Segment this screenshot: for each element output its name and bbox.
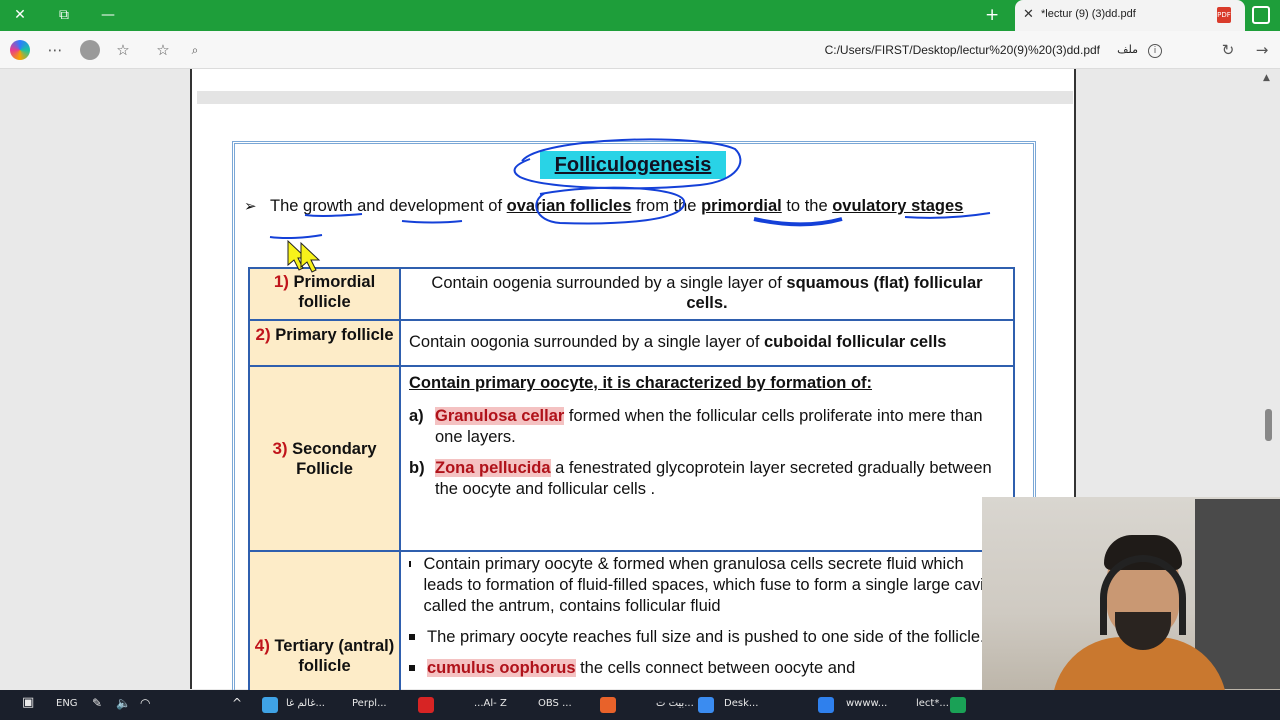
info-icon[interactable]: i xyxy=(1148,44,1162,58)
pen-icon[interactable]: ✎ xyxy=(92,696,102,710)
taskbar-item[interactable]: lect*... xyxy=(916,698,949,709)
tab-close-icon[interactable]: ✕ xyxy=(1023,7,1034,22)
stage-description: Contain primary oocyte & formed when gra… xyxy=(399,550,1015,702)
chevron-up-icon[interactable]: ^ xyxy=(232,696,242,710)
new-tab-button[interactable]: + xyxy=(985,5,999,25)
list-item: Contain primary oocyte & formed when gra… xyxy=(409,554,1005,617)
taskbar-settings-icon[interactable]: ▣ xyxy=(22,695,34,710)
taskbar-item[interactable]: ...Al- Z xyxy=(474,698,507,709)
taskbar-item[interactable]: Perpl... xyxy=(352,698,387,709)
more-icon[interactable]: ⋯ xyxy=(45,40,65,60)
app-icon[interactable] xyxy=(418,697,434,713)
stages-table: 1) Primordial follicle Contain oogenia s… xyxy=(248,267,1015,702)
taskbar-item[interactable]: غالم غا... xyxy=(286,698,325,709)
taskbar-item[interactable]: Desk... xyxy=(724,698,758,709)
url-text[interactable]: C:/Users/FIRST/Desktop/lectur%20(9)%20(3… xyxy=(825,43,1100,57)
edge-icon[interactable] xyxy=(950,697,966,713)
weather-icon[interactable] xyxy=(262,697,278,713)
browser-icon[interactable] xyxy=(698,697,714,713)
list-item: a) Granulosa cellar formed when the foll… xyxy=(409,407,983,446)
taskbar: ▣ ENG ✎ 🔈 ◠ ^ غالم غا... Perpl... ...Al-… xyxy=(0,690,1280,720)
forward-icon[interactable]: → xyxy=(1252,40,1272,60)
refresh-icon[interactable]: ↻ xyxy=(1218,40,1238,60)
stage-description: Contain oogenia surrounded by a single l… xyxy=(399,267,1015,321)
stage-label: 1) Primordial follicle xyxy=(248,267,401,321)
stage-description: Contain primary oocyte, it is characteri… xyxy=(399,365,1015,552)
file-label: ملف xyxy=(1117,43,1138,56)
webcam-overlay xyxy=(982,497,1280,690)
url-field[interactable]: C:/Users/FIRST/Desktop/lectur%20(9)%20(3… xyxy=(150,36,1210,64)
page-separator xyxy=(197,91,1073,104)
app-icon[interactable] xyxy=(600,697,616,713)
minimize-icon[interactable]: — xyxy=(88,0,128,31)
taskbar-item[interactable]: wwww... xyxy=(846,698,887,709)
page-title: Folliculogenesis xyxy=(540,151,726,179)
avatar[interactable] xyxy=(80,40,100,60)
stage-label: 3) Secondary Follicle xyxy=(248,365,401,552)
taskbar-item[interactable]: OBS ... xyxy=(538,698,572,709)
stage-lead: Contain primary oocyte, it is characteri… xyxy=(409,374,873,392)
tab-title: *lectur (9) (3)dd.pdf xyxy=(1041,8,1136,20)
copilot-icon[interactable] xyxy=(10,40,30,60)
stage-description: Contain oogonia surrounded by a single l… xyxy=(399,319,1015,367)
address-bar: ⋯ ☆ ☆ ⌕ C:/Users/FIRST/Desktop/lectur%20… xyxy=(0,31,1280,69)
screen: { "window": { "tab_title": "*lectur (9) … xyxy=(0,0,1280,720)
table-row: 1) Primordial follicle Contain oogenia s… xyxy=(248,267,1015,321)
list-item: cumulus oophorus the cells connect betwe… xyxy=(409,658,1005,679)
taskbar-item[interactable]: بيت ت... xyxy=(656,698,694,709)
volume-icon[interactable]: 🔈 xyxy=(116,696,131,710)
close-window-icon[interactable]: ✕ xyxy=(0,0,40,31)
pdf-icon: PDF xyxy=(1217,7,1231,23)
tab-pdf[interactable]: ✕ *lectur (9) (3)dd.pdf PDF xyxy=(1015,0,1245,31)
stage-label: 2) Primary follicle xyxy=(248,319,401,367)
language-indicator[interactable]: ENG xyxy=(56,698,78,709)
scrollbar-thumb[interactable] xyxy=(1265,409,1272,441)
app-icon[interactable] xyxy=(818,697,834,713)
window-icon[interactable] xyxy=(1252,6,1270,24)
list-item: b) Zona pellucida a fenestrated glycopro… xyxy=(409,459,992,498)
table-row: 4) Tertiary (antral) follicle Contain pr… xyxy=(248,550,1015,702)
pdf-page: Folliculogenesis ➢ The growth and develo… xyxy=(190,69,1076,702)
restore-icon[interactable]: ⧉ xyxy=(44,0,84,31)
stage-label: 4) Tertiary (antral) follicle xyxy=(248,550,401,702)
table-row: 2) Primary follicle Contain oogonia surr… xyxy=(248,319,1015,367)
title-bar: ✕ ⧉ — + ✕ *lectur (9) (3)dd.pdf PDF xyxy=(0,0,1280,31)
favorites-icon[interactable]: ☆ xyxy=(113,40,133,60)
intro-text: The growth and development of ovarian fo… xyxy=(270,197,964,215)
arrow-bullet-icon: ➢ xyxy=(244,197,257,215)
scroll-up-icon[interactable]: ▲ xyxy=(1263,73,1270,83)
table-row: 3) Secondary Follicle Contain primary oo… xyxy=(248,365,1015,552)
list-item: The primary oocyte reaches full size and… xyxy=(409,627,1005,648)
wifi-icon[interactable]: ◠ xyxy=(140,696,150,710)
